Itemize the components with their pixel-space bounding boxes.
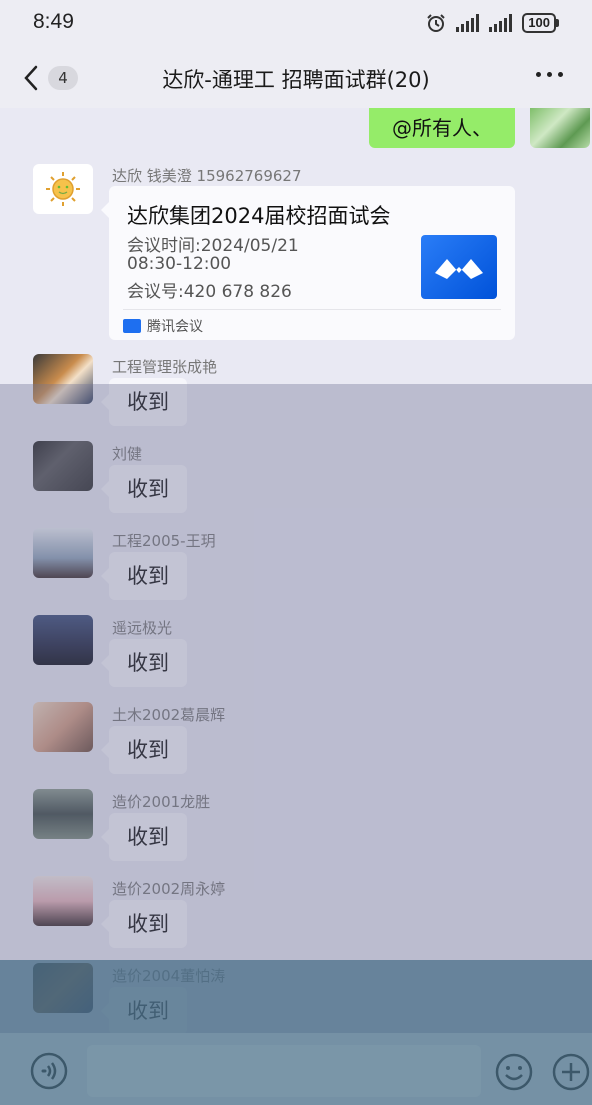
message-bubble[interactable]: 收到 (101, 639, 187, 687)
sender-name: 达欣 钱美澄 15962769627 (112, 167, 302, 185)
meeting-source: 腾讯会议 (123, 316, 203, 336)
avatar[interactable] (33, 963, 93, 1013)
sender-name: 遥远极光 (112, 619, 173, 637)
plus-icon[interactable] (551, 1052, 591, 1092)
avatar[interactable] (33, 876, 93, 926)
signal-icon (456, 14, 480, 32)
status-bar: 8:49 100 (0, 0, 592, 48)
sender-name: 造价2004董怕涛 (112, 967, 226, 985)
avatar[interactable] (33, 789, 93, 839)
avatar[interactable] (33, 528, 93, 578)
message-input[interactable] (87, 1045, 481, 1097)
message-bubble[interactable]: 收到 (101, 465, 187, 513)
sender-name: 土木2002葛晨辉 (112, 706, 226, 724)
self-avatar[interactable] (530, 108, 590, 148)
sun-icon (46, 172, 80, 206)
avatar[interactable] (33, 615, 93, 665)
sender-name: 工程2005-王玥 (112, 532, 216, 550)
sender-name: 工程管理张成艳 (112, 358, 218, 376)
battery-icon: 100 (522, 13, 559, 33)
message-bubble[interactable]: 收到 (101, 726, 187, 774)
message-bubble[interactable]: 收到 (101, 378, 187, 426)
avatar[interactable] (33, 441, 93, 491)
meeting-card[interactable]: 达欣集团2024届校招面试会 会议时间:2024/05/21 08:30-12:… (101, 186, 515, 340)
self-message-bubble[interactable]: @所有人、 (369, 108, 515, 148)
message-bubble[interactable]: 收到 (101, 552, 187, 600)
chat-area[interactable]: @所有人、 达欣 钱美澄 15962769627 达欣集团2024届校招面试会 … (0, 108, 592, 1033)
meeting-source-label: 腾讯会议 (147, 319, 203, 335)
more-icon[interactable] (536, 72, 566, 82)
avatar[interactable] (33, 354, 93, 404)
message-bubble[interactable]: 收到 (101, 813, 187, 861)
tencent-meeting-small-icon (123, 319, 141, 333)
sender-name: 造价2002周永婷 (112, 880, 226, 898)
avatar[interactable] (33, 164, 93, 214)
emoji-icon[interactable] (494, 1052, 534, 1092)
meeting-time-range: 08:30-12:00 (127, 254, 232, 274)
message-bubble[interactable]: 收到 (101, 987, 187, 1033)
input-bar (0, 1033, 592, 1105)
alarm-icon (427, 14, 446, 32)
voice-icon[interactable] (30, 1052, 68, 1090)
message-bubble[interactable]: 收到 (101, 900, 187, 948)
avatar[interactable] (33, 702, 93, 752)
meeting-title: 达欣集团2024届校招面试会 (127, 204, 391, 228)
divider (123, 309, 501, 310)
sender-name: 刘健 (112, 445, 143, 463)
chat-title: 达欣-通理工 招聘面试群(20) (162, 68, 430, 92)
meeting-id: 会议号:420 678 826 (127, 282, 292, 302)
status-icons: 100 (426, 13, 559, 33)
meeting-time-label: 会议时间:2024/05/21 (127, 236, 299, 256)
status-time: 8:49 (33, 10, 74, 33)
nav-bar: 4 达欣-通理工 招聘面试群(20) (0, 48, 592, 108)
tencent-meeting-logo-icon (421, 235, 497, 299)
signal-icon-2 (489, 14, 513, 32)
sender-name: 造价2001龙胜 (112, 793, 211, 811)
